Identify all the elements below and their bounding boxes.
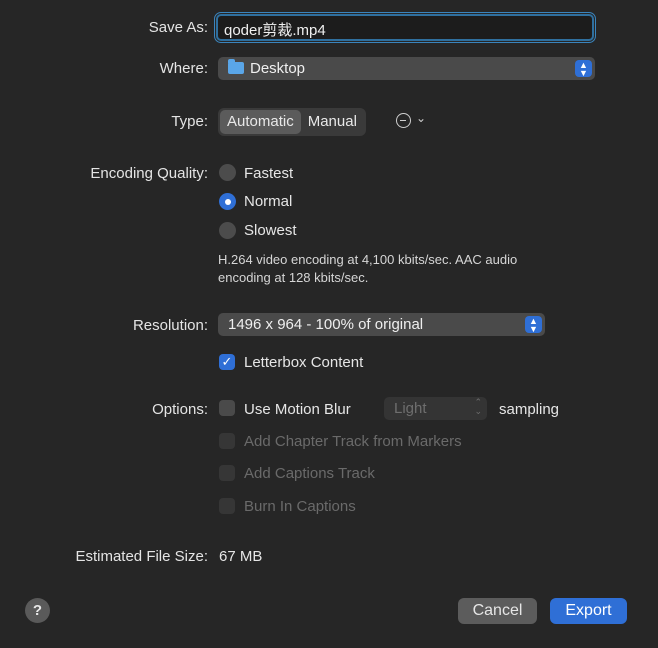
chevron-down-icon[interactable]: ⌄ (416, 111, 426, 125)
type-label: Type: (171, 113, 208, 130)
where-value: Desktop (250, 60, 306, 77)
encoding-info: H.264 video encoding at 4,100 kbits/sec.… (218, 251, 598, 287)
captions-label: Add Captions Track (244, 465, 375, 482)
file-size-label: Estimated File Size: (75, 548, 208, 565)
letterbox-label: Letterbox Content (244, 354, 364, 371)
radio-slowest-label: Slowest (244, 222, 297, 239)
type-automatic-segment[interactable]: Automatic (220, 110, 301, 134)
sampling-label: sampling (499, 401, 560, 418)
burn-captions-label: Burn In Captions (244, 498, 356, 515)
motion-blur-label: Use Motion Blur (244, 401, 351, 418)
chapter-label: Add Chapter Track from Markers (244, 433, 462, 450)
letterbox-checkbox[interactable]: ✓ (219, 354, 235, 370)
export-button[interactable]: Export (550, 598, 627, 624)
encoding-info-line2: encoding at 128 kbits/sec. (218, 270, 369, 285)
updown-chevron-icon: ▲ ▼ (525, 316, 542, 333)
type-segmented-control[interactable]: Automatic Manual (218, 108, 366, 136)
options-label: Options: (152, 401, 208, 418)
resolution-value: 1496 x 964 - 100% of original (228, 316, 424, 333)
radio-normal-label: Normal (244, 193, 293, 210)
where-label: Where: (159, 60, 208, 77)
file-size-value: 67 MB (219, 548, 263, 565)
sampling-value: Light (394, 400, 427, 417)
encoding-info-line1: H.264 video encoding at 4,100 kbits/sec.… (218, 252, 518, 267)
folder-icon (228, 59, 244, 74)
updown-chevron-icon: ⌃ ⌄ (474, 397, 482, 416)
radio-slowest[interactable] (219, 222, 236, 239)
save-as-field[interactable]: qoder剪裁.mp4 (214, 12, 596, 43)
chapter-checkbox[interactable] (219, 433, 235, 449)
where-popup[interactable]: Desktop ▲ ▼ (218, 57, 595, 80)
cancel-button[interactable]: Cancel (458, 598, 537, 624)
radio-fastest[interactable] (219, 164, 236, 181)
burn-captions-checkbox[interactable] (219, 498, 235, 514)
sampling-popup[interactable]: Light ⌃ ⌄ (384, 397, 487, 420)
type-manual-segment[interactable]: Manual (301, 110, 364, 134)
resolution-popup[interactable]: 1496 x 964 - 100% of original ▲ ▼ (218, 313, 545, 336)
more-options-icon[interactable] (396, 113, 411, 128)
motion-blur-checkbox[interactable] (219, 400, 235, 416)
updown-chevron-icon: ▲ ▼ (575, 60, 592, 77)
captions-checkbox[interactable] (219, 465, 235, 481)
radio-normal[interactable] (219, 193, 236, 210)
save-as-label: Save As: (148, 19, 208, 36)
help-button[interactable]: ? (25, 598, 50, 623)
resolution-label: Resolution: (132, 317, 208, 334)
encoding-quality-label: Encoding Quality: (90, 165, 208, 182)
radio-fastest-label: Fastest (244, 165, 294, 182)
